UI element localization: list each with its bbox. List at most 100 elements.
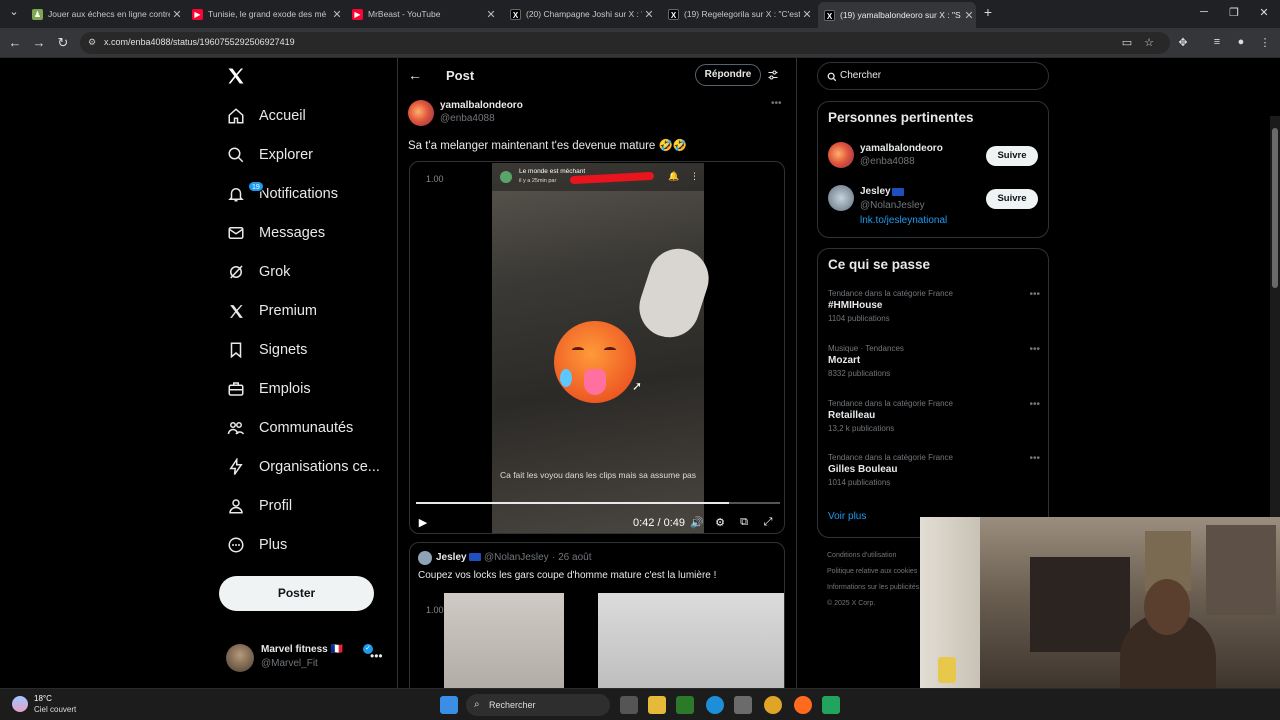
back-icon[interactable]: ← <box>6 35 24 50</box>
nav-notifications[interactable]: 19 Notifications <box>226 179 338 209</box>
nav-communities[interactable]: Communautés <box>226 413 353 443</box>
sliders-icon[interactable] <box>767 68 779 86</box>
trend-item[interactable]: Musique · Tendances Mozart 8332 publicat… <box>828 344 1040 378</box>
taskbar-search[interactable]: ⌕ Rechercher <box>466 694 610 716</box>
file-explorer-icon[interactable] <box>648 696 666 714</box>
post-button[interactable]: Poster <box>219 576 374 611</box>
nav-messages[interactable]: Messages <box>226 218 325 248</box>
avatar[interactable] <box>828 185 854 211</box>
reload-icon[interactable]: ↻ <box>54 35 72 51</box>
maximize-icon[interactable]: ❐ <box>1224 6 1244 19</box>
author-handle[interactable]: @enba4088 <box>440 113 495 124</box>
address-bar[interactable]: ⚙ x.com/enba4088/status/1960755292506927… <box>80 32 1170 54</box>
trend-more-icon[interactable]: ••• <box>1029 344 1040 355</box>
task-view-icon[interactable] <box>620 696 638 714</box>
volume-icon[interactable]: 🔊 <box>689 514 705 530</box>
nav-grok[interactable]: Grok <box>226 257 290 287</box>
video-progress-bar[interactable] <box>416 502 780 504</box>
footer-link[interactable]: Politique relative aux cookies <box>827 564 927 580</box>
browser-tab[interactable]: X (20) Champagne Joshi sur X : "I ✕ <box>504 3 656 25</box>
forward-icon[interactable]: → <box>30 35 48 50</box>
close-tab-icon[interactable]: ✕ <box>330 8 344 21</box>
windows-start-icon[interactable] <box>440 696 458 714</box>
browser-tab[interactable]: X (19) Regelegorila sur X : "C'est u ✕ <box>662 3 814 25</box>
nav-bookmarks[interactable]: Signets <box>226 335 307 365</box>
nav-profile[interactable]: Profil <box>226 491 292 521</box>
trend-item[interactable]: Tendance dans la catégorie France Retail… <box>828 399 1040 433</box>
nav-premium[interactable]: Premium <box>226 296 317 326</box>
footer-link[interactable]: Informations sur les publicités <box>827 580 927 596</box>
tweet-author[interactable]: yamalbalondeoro @enba4088 ••• <box>408 98 788 130</box>
reply-author-name[interactable]: Jesley <box>436 552 467 563</box>
account-handle: @Marvel_Fit <box>261 658 318 669</box>
follow-button[interactable]: Suivre <box>986 189 1038 209</box>
site-info-icon[interactable]: ⚙ <box>88 37 96 48</box>
close-tab-icon[interactable]: ✕ <box>170 8 184 21</box>
close-window-icon[interactable]: ✕ <box>1254 6 1274 19</box>
browser-tab[interactable]: ♟ Jouer aux échecs en ligne contre ✕ <box>26 3 184 25</box>
x-logo-icon[interactable] <box>226 66 246 92</box>
close-tab-icon[interactable]: ✕ <box>962 9 976 22</box>
browser-tab[interactable]: ▶ Tunisie, le grand exode des mé ✕ <box>186 3 344 25</box>
reply-tweet[interactable]: Jesley @NolanJesley · 26 août Coupez vos… <box>409 542 785 688</box>
profile-link[interactable]: lnk.to/jesleynational <box>860 215 947 226</box>
close-tab-icon[interactable]: ✕ <box>484 8 498 21</box>
account-more-icon[interactable]: ••• <box>370 649 383 663</box>
trend-item[interactable]: Tendance dans la catégorie France #HMIHo… <box>828 289 1040 323</box>
trend-more-icon[interactable]: ••• <box>1029 289 1040 300</box>
nvidia-icon[interactable] <box>676 696 694 714</box>
avatar[interactable] <box>408 100 434 126</box>
reply-button[interactable]: Répondre <box>695 64 761 86</box>
nav-organizations[interactable]: Organisations ce... <box>226 452 380 482</box>
close-tab-icon[interactable]: ✕ <box>800 8 814 21</box>
avatar[interactable] <box>418 551 432 565</box>
avatar[interactable] <box>828 142 854 168</box>
weather-temperature[interactable]: 18°C <box>34 694 52 703</box>
minimize-icon[interactable]: ─ <box>1194 6 1214 18</box>
back-arrow-icon[interactable]: ← <box>408 67 422 83</box>
extensions-icon[interactable]: ✥ <box>1174 36 1192 49</box>
reply-media-image[interactable] <box>598 593 784 688</box>
trend-more-icon[interactable]: ••• <box>1029 399 1040 410</box>
search-input[interactable]: Chercher <box>817 62 1049 90</box>
new-tab-button[interactable]: + <box>978 4 998 20</box>
reading-list-icon[interactable]: ≡ <box>1208 36 1226 48</box>
app-icon[interactable] <box>822 696 840 714</box>
browser-tab-active[interactable]: X (19) yamalbalondeoro sur X : "S ✕ <box>818 2 976 28</box>
profile-avatar-icon[interactable]: ● <box>1232 36 1250 48</box>
play-icon[interactable]: ▶ <box>415 514 431 530</box>
cast-icon[interactable]: ▭ <box>1118 36 1136 49</box>
fullscreen-icon[interactable]: ⤢ <box>760 514 776 530</box>
settings-gear-icon[interactable]: ⚙ <box>712 514 728 530</box>
pip-icon[interactable]: ⧉ <box>736 514 752 530</box>
post-more-icon[interactable]: ••• <box>771 98 782 109</box>
nav-explore[interactable]: Explorer <box>226 140 313 170</box>
edge-icon[interactable] <box>706 696 724 714</box>
browser-menu-icon[interactable]: ⋮ <box>1256 36 1274 49</box>
author-name[interactable]: yamalbalondeoro <box>440 100 523 111</box>
video-player[interactable]: 1.00 Le monde est méchant il y a 25min p… <box>409 161 785 534</box>
url-text[interactable]: x.com/enba4088/status/196075529250692741… <box>104 37 295 47</box>
nav-jobs[interactable]: Emplois <box>226 374 311 404</box>
bookmark-star-icon[interactable]: ☆ <box>1140 36 1158 49</box>
firefox-icon[interactable] <box>794 696 812 714</box>
weather-description[interactable]: Ciel couvert <box>34 705 76 714</box>
show-more-link[interactable]: Voir plus <box>828 511 866 522</box>
scrollbar-thumb[interactable] <box>1272 128 1278 288</box>
nav-more[interactable]: Plus <box>226 530 287 560</box>
nav-home[interactable]: Accueil <box>226 101 306 131</box>
account-switcher[interactable]: Marvel fitness 🇫🇷 ✓ @Marvel_Fit ••• <box>226 642 396 678</box>
follow-button[interactable]: Suivre <box>986 146 1038 166</box>
reply-media-image[interactable] <box>444 593 564 688</box>
browser-tab[interactable]: ▶ MrBeast - YouTube ✕ <box>346 3 498 25</box>
tab-search-chevron-icon[interactable]: ⌄ <box>4 5 24 18</box>
trend-item[interactable]: Tendance dans la catégorie France Gilles… <box>828 453 1040 487</box>
trend-more-icon[interactable]: ••• <box>1029 453 1040 464</box>
weather-icon[interactable] <box>12 696 28 712</box>
chrome-icon[interactable] <box>764 696 782 714</box>
close-tab-icon[interactable]: ✕ <box>642 8 656 21</box>
copyright: © 2025 X Corp. <box>827 600 876 607</box>
store-icon[interactable] <box>734 696 752 714</box>
footer-link[interactable]: Conditions d'utilisation <box>827 548 927 564</box>
reply-author-handle[interactable]: @NolanJesley <box>484 552 549 563</box>
